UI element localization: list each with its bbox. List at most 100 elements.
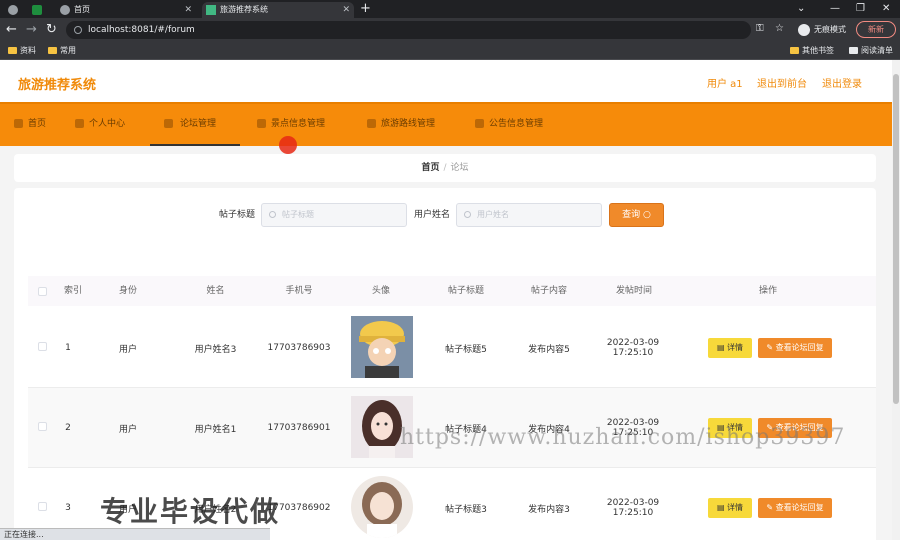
bookmark-folder-1[interactable]: 资料 (8, 42, 36, 60)
folder-icon (790, 47, 799, 54)
forum-panel: 帖子标题 帖子标题 用户姓名 用户姓名 查询 ○ 索引 身份 姓名 手机号 头像… (14, 188, 876, 540)
col-content: 帖子内容 (530, 286, 567, 296)
forward-icon[interactable]: → (26, 22, 37, 38)
browser-tab-1[interactable] (4, 2, 26, 18)
input-placeholder: 帖子标题 (282, 210, 314, 219)
name-filter-input[interactable]: 用户姓名 (456, 203, 602, 227)
breadcrumb-separator: / (443, 163, 447, 173)
user-icon (75, 119, 84, 128)
restore-icon[interactable]: ❐ (856, 0, 865, 17)
view-replies-button[interactable]: ✎ 查看论坛回复 (758, 338, 832, 358)
detail-button[interactable]: ▤ 详情 (708, 498, 752, 518)
menu-item-profile[interactable]: 个人中心 (75, 104, 125, 146)
app-icon (32, 5, 42, 15)
incognito-indicator[interactable]: 无痕模式 (798, 21, 846, 39)
row-checkbox[interactable] (38, 502, 47, 511)
watermark-text: 专业毕设代做 (100, 495, 281, 528)
detail-button[interactable]: ▤ 详情 (708, 338, 752, 358)
bookmark-label: 其他书签 (802, 46, 834, 55)
menu-item-forum[interactable]: 论坛管理 (150, 104, 240, 146)
cell-phone: 17703786901 (267, 423, 331, 433)
search-icon: ○ (643, 210, 651, 220)
address-bar[interactable]: localhost:8081/#/forum (66, 21, 751, 39)
user-link[interactable]: 用户 a1 (707, 75, 743, 90)
breadcrumb-home[interactable]: 首页 (421, 163, 439, 173)
avatar (351, 316, 413, 378)
home-icon (14, 119, 23, 128)
folder-icon (48, 47, 57, 54)
browser-tab-bar: 首页 ✕ 旅游推荐系统 ✕ + ⌄ — ❐ ✕ (0, 0, 900, 18)
watermark-url: https://www.huzhan.com/ishop39397 (400, 425, 846, 450)
reading-list[interactable]: 阅读清单 (849, 42, 893, 60)
browser-tab-2[interactable] (28, 2, 50, 18)
minimize-icon[interactable]: — (830, 0, 840, 17)
reply-label: 查看论坛回复 (775, 503, 824, 512)
folder-icon (8, 47, 17, 54)
col-name: 姓名 (206, 286, 225, 296)
tab-search-icon[interactable]: ⌄ (797, 0, 805, 17)
cell-title: 帖子标题5 (445, 344, 487, 355)
incognito-label: 无痕模式 (814, 25, 846, 34)
cell-name: 用户姓名3 (194, 344, 237, 355)
reload-icon[interactable]: ↻ (46, 22, 57, 38)
key-icon[interactable]: ⚿ (756, 23, 764, 34)
search-button[interactable]: 查询 ○ (609, 203, 664, 227)
search-button-label: 查询 (622, 210, 641, 220)
detail-label: 详情 (727, 503, 744, 512)
col-avatar: 头像 (371, 286, 390, 296)
cell-index: 1 (65, 343, 71, 353)
vue-icon (206, 5, 216, 15)
logout-link[interactable]: 退出登录 (822, 75, 862, 90)
col-index: 索引 (63, 286, 82, 296)
menu-label: 旅游路线管理 (381, 119, 436, 129)
menu-item-routes[interactable]: 旅游路线管理 (367, 104, 435, 146)
app-page: 旅游推荐系统 用户 a1 退出到前台 退出登录 首页 个人中心 论坛管理 景点信… (0, 60, 892, 540)
col-phone: 手机号 (285, 286, 313, 296)
cell-index: 2 (65, 423, 71, 433)
col-role: 身份 (118, 286, 137, 296)
update-button[interactable]: 新新 (856, 21, 896, 38)
route-icon (367, 119, 376, 128)
search-icon (269, 211, 276, 218)
close-tab-icon[interactable]: ✕ (342, 2, 350, 18)
cell-role: 用户 (118, 424, 137, 435)
bookmark-folder-2[interactable]: 常用 (48, 42, 76, 60)
globe-icon (60, 5, 70, 15)
menu-label: 首页 (28, 119, 47, 129)
close-window-icon[interactable]: ✕ (882, 0, 890, 17)
main-menu: 首页 个人中心 论坛管理 景点信息管理 旅游路线管理 公告信息管理 (0, 102, 892, 146)
menu-label: 景点信息管理 (271, 119, 326, 129)
info-icon[interactable] (74, 26, 82, 34)
browser-tab-4[interactable]: 旅游推荐系统 ✕ (202, 2, 354, 18)
scrollbar-thumb[interactable] (893, 74, 899, 404)
title-filter-input[interactable]: 帖子标题 (261, 203, 407, 227)
col-actions: 操作 (758, 286, 777, 296)
menu-label: 公告信息管理 (489, 119, 544, 129)
browser-tab-3[interactable]: 首页 ✕ (56, 2, 196, 18)
col-title: 帖子标题 (447, 286, 484, 296)
view-replies-button[interactable]: ✎ 查看论坛回复 (758, 498, 832, 518)
back-to-front-link[interactable]: 退出到前台 (757, 75, 807, 90)
star-icon[interactable]: ☆ (775, 23, 784, 34)
close-tab-icon[interactable]: ✕ (184, 2, 192, 18)
row-checkbox[interactable] (38, 342, 47, 351)
new-tab-button[interactable]: + (360, 0, 371, 17)
menu-item-home[interactable]: 首页 (14, 104, 46, 146)
avatar (351, 476, 413, 538)
tab-label: 旅游推荐系统 (220, 5, 268, 14)
row-checkbox[interactable] (38, 422, 47, 431)
bookmarks-bar: 资料 常用 其他书签 阅读清单 (0, 42, 900, 60)
status-bar: 正在连接... (0, 528, 270, 540)
select-all-checkbox[interactable] (38, 287, 47, 296)
title-filter-label: 帖子标题 (219, 210, 256, 220)
cell-time: 2022-03-09 17:25:10 (606, 338, 660, 358)
browser-toolbar: ← → ↻ localhost:8081/#/forum ⚿ ☆ 无痕模式 新新 (0, 18, 900, 42)
other-bookmarks[interactable]: 其他书签 (790, 42, 834, 60)
cell-content: 发布内容5 (528, 344, 570, 355)
bookmark-label: 常用 (60, 46, 76, 55)
menu-label: 论坛管理 (180, 119, 217, 129)
page-scrollbar[interactable] (892, 60, 900, 540)
back-icon[interactable]: ← (6, 22, 17, 38)
col-time: 发帖时间 (615, 286, 652, 296)
menu-item-notices[interactable]: 公告信息管理 (475, 104, 543, 146)
